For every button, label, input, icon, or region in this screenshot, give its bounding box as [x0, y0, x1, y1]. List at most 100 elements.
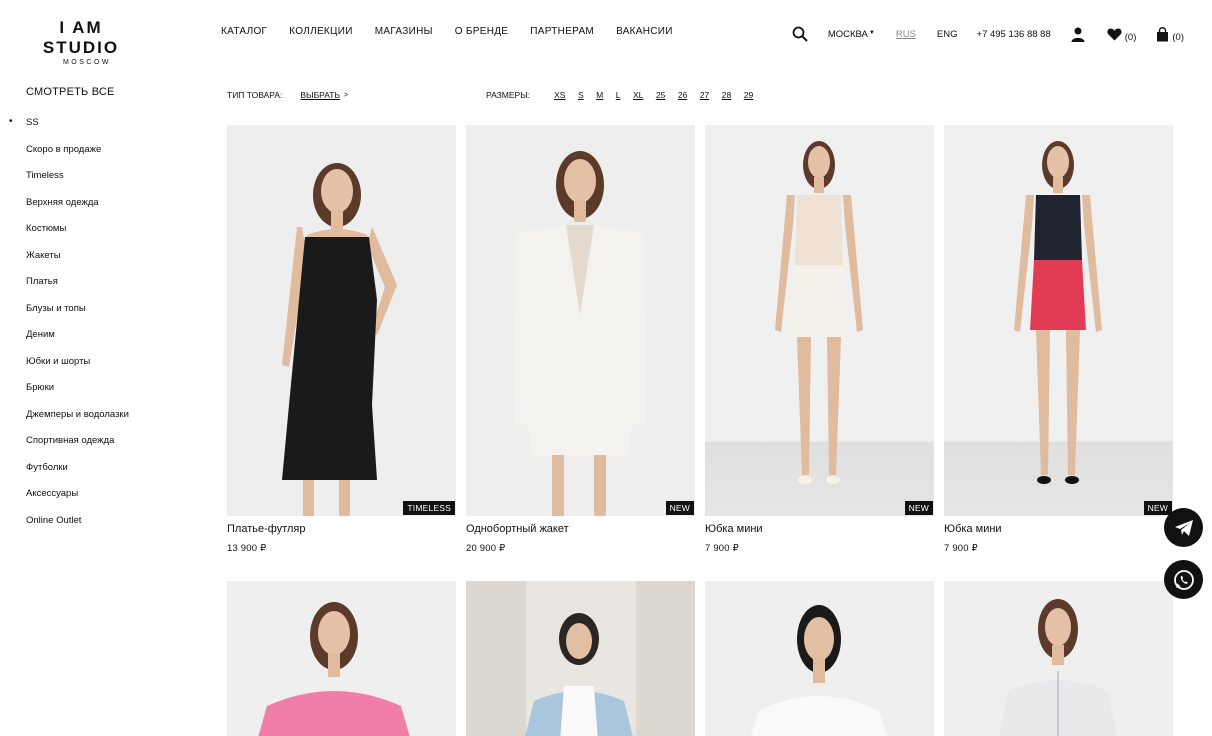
product-photo: TIMELESS [227, 125, 456, 516]
sidebar-item-sportswear[interactable]: Спортивная одежда [26, 428, 196, 455]
nav-stores[interactable]: МАГАЗИНЫ [375, 26, 433, 37]
model-figure [750, 605, 888, 736]
size-option-25[interactable]: 25 [656, 90, 665, 100]
product-badge: NEW [1143, 501, 1172, 515]
sidebar-item-accessories[interactable]: Аксессуары [26, 481, 196, 508]
product-card[interactable]: NEW Юбка мини 7 900 ₽ [944, 125, 1173, 554]
chevron-right-icon: > [344, 91, 349, 99]
nav-catalog[interactable]: КАТАЛОГ [221, 26, 267, 37]
model-figure [514, 151, 646, 516]
logo-sub-text: MOSCOW [62, 59, 112, 66]
size-option-27[interactable]: 27 [700, 90, 709, 100]
favorites-button[interactable]: (0) [1107, 28, 1137, 43]
brand-logo[interactable]: I AM STUDIO MOSCOW [26, 18, 136, 66]
model-figure [775, 141, 863, 484]
category-sidebar: СМОТРЕТЬ ВСЕ SS Скоро в продаже Timeless… [9, 86, 196, 535]
main-nav: КАТАЛОГ КОЛЛЕКЦИИ МАГАЗИНЫ О БРЕНДЕ ПАРТ… [221, 26, 695, 37]
product-photo [705, 581, 934, 736]
size-option-29[interactable]: 29 [744, 90, 753, 100]
model-figure [466, 581, 695, 736]
sidebar-item-outerwear[interactable]: Верхняя одежда [26, 190, 196, 217]
telegram-icon [1174, 519, 1194, 537]
heart-icon [1107, 28, 1122, 41]
nav-about[interactable]: О БРЕНДЕ [455, 26, 509, 37]
product-price: 7 900 ₽ [705, 543, 739, 554]
caret-down-icon: ▼ [868, 29, 875, 36]
city-selector[interactable]: МОСКВА▼ [828, 29, 875, 40]
size-filter-label: РАЗМЕРЫ: [486, 90, 531, 100]
product-card[interactable] [227, 581, 456, 736]
sidebar-item-tshirts[interactable]: Футболки [26, 455, 196, 482]
bag-icon [1156, 26, 1169, 42]
product-price: 13 900 ₽ [227, 543, 267, 554]
product-name: Однобортный жакет [466, 523, 569, 535]
product-badge: NEW [665, 501, 694, 515]
nav-vacancies[interactable]: ВАКАНСИИ [616, 26, 673, 37]
telegram-button[interactable] [1164, 508, 1203, 547]
size-option-l[interactable]: L [616, 90, 621, 100]
sidebar-item-coming-soon[interactable]: Скоро в продаже [26, 137, 196, 164]
sidebar-item-denim[interactable]: Деним [26, 322, 196, 349]
sidebar-item-suits[interactable]: Костюмы [26, 216, 196, 243]
sidebar-item-jumpers[interactable]: Джемперы и водолазки [26, 402, 196, 429]
product-badge: TIMELESS [403, 501, 455, 515]
product-name: Платье-футляр [227, 523, 306, 535]
product-photo [466, 581, 695, 736]
nav-collections[interactable]: КОЛЛЕКЦИИ [289, 26, 352, 37]
sidebar-item-outlet[interactable]: Online Outlet [26, 508, 196, 535]
model-figure [282, 163, 397, 516]
lang-eng[interactable]: ENG [937, 29, 958, 40]
sidebar-item-trousers[interactable]: Брюки [26, 375, 196, 402]
type-filter-select[interactable]: ВЫБРАТЬ [300, 90, 340, 100]
product-card[interactable]: NEW Юбка мини 7 900 ₽ [705, 125, 934, 554]
cart-button[interactable]: (0) [1156, 26, 1184, 43]
sidebar-view-all[interactable]: СМОТРЕТЬ ВСЕ [26, 86, 196, 98]
user-icon[interactable] [1071, 27, 1085, 42]
logo-main-text: I AM STUDIO [42, 18, 120, 57]
product-card[interactable] [944, 581, 1173, 736]
model-figure [1014, 141, 1102, 484]
size-option-xs[interactable]: XS [554, 90, 565, 100]
product-card[interactable] [705, 581, 934, 736]
product-card[interactable] [466, 581, 695, 736]
sidebar-item-timeless[interactable]: Timeless [26, 163, 196, 190]
size-option-s[interactable]: S [578, 90, 584, 100]
favorites-count: (0) [1124, 31, 1137, 43]
category-list: SS Скоро в продаже Timeless Верхняя одеж… [9, 109, 196, 535]
product-photo: NEW [466, 125, 695, 516]
phone-link[interactable]: +7 495 136 88 88 [977, 29, 1051, 40]
product-badge: NEW [904, 501, 933, 515]
product-card[interactable]: NEW Однобортный жакет 20 900 ₽ [466, 125, 695, 554]
sidebar-item-skirts[interactable]: Юбки и шорты [26, 349, 196, 376]
product-photo [944, 581, 1173, 736]
product-photo: NEW [944, 125, 1173, 516]
type-filter: ТИП ТОВАРА: ВЫБРАТЬ > [227, 90, 348, 100]
size-option-xl[interactable]: XL [633, 90, 643, 100]
search-icon[interactable] [792, 26, 808, 42]
product-card[interactable]: TIMELESS Платье-футляр 13 900 ₽ [227, 125, 456, 554]
cart-count: (0) [1172, 31, 1184, 43]
model-figure [258, 602, 410, 736]
type-filter-label: ТИП ТОВАРА: [227, 90, 283, 100]
product-photo [227, 581, 456, 736]
whatsapp-icon [1173, 569, 1195, 591]
nav-partners[interactable]: ПАРТНЕРАМ [530, 26, 594, 37]
lang-rus[interactable]: RUS [896, 29, 916, 40]
sidebar-item-dresses[interactable]: Платья [26, 269, 196, 296]
size-filter: РАЗМЕРЫ: XS S M L XL 25 26 27 28 29 [486, 90, 766, 100]
sidebar-item-jackets[interactable]: Жакеты [26, 243, 196, 270]
size-option-26[interactable]: 26 [678, 90, 687, 100]
product-price: 7 900 ₽ [944, 543, 978, 554]
size-option-m[interactable]: M [596, 90, 603, 100]
size-option-28[interactable]: 28 [722, 90, 731, 100]
product-price: 20 900 ₽ [466, 543, 506, 554]
header-utilities: МОСКВА▼ RUS ENG +7 495 136 88 88 (0) (0) [792, 22, 1184, 46]
whatsapp-button[interactable] [1164, 560, 1203, 599]
model-figure [999, 599, 1117, 736]
product-name: Юбка мини [944, 523, 1002, 535]
sidebar-item-ss[interactable]: SS [9, 109, 196, 137]
product-photo: NEW [705, 125, 934, 516]
sidebar-item-blouses[interactable]: Блузы и топы [26, 296, 196, 323]
product-name: Юбка мини [705, 523, 763, 535]
city-label: МОСКВА [827, 28, 868, 40]
